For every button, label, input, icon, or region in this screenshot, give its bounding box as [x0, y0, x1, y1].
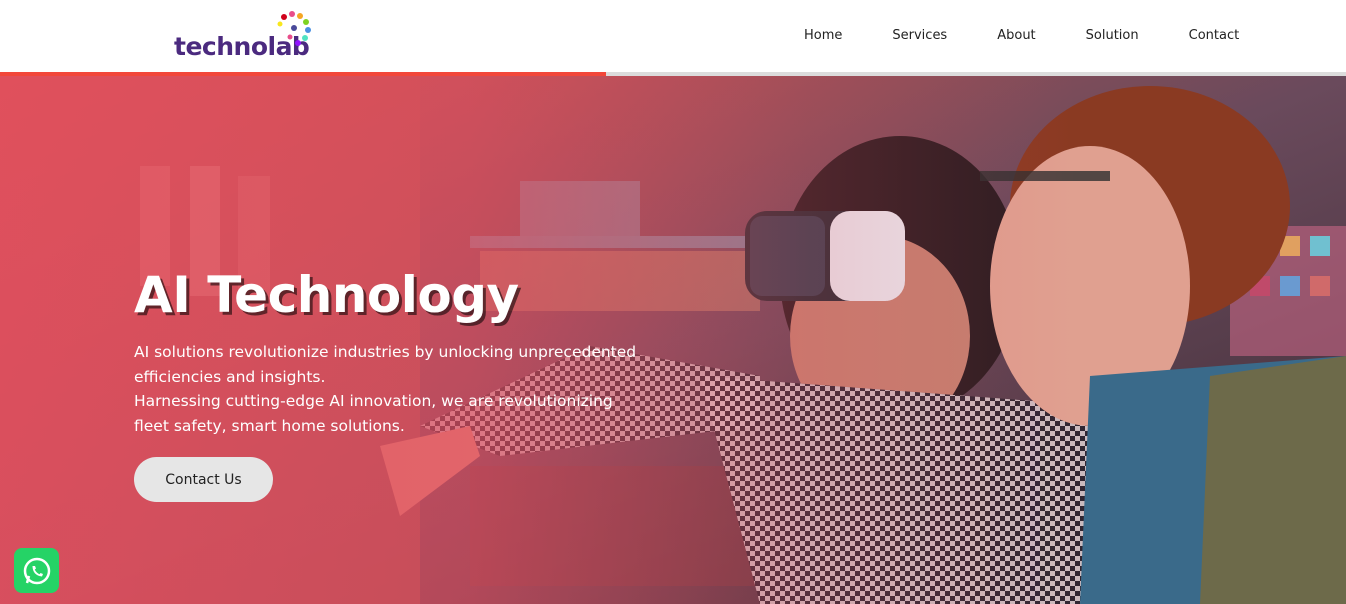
- logo-dots-icon: [277, 11, 311, 46]
- hero-description-line: efficiencies and insights.: [134, 367, 326, 386]
- main-nav: Home Services About Solution Contact: [786, 26, 1271, 45]
- hero-title: AI Technology: [134, 266, 519, 324]
- whatsapp-button[interactable]: [14, 548, 59, 593]
- nav-solution[interactable]: Solution: [1068, 26, 1139, 45]
- site-header: technolab Home Services About Solution C…: [0, 0, 1346, 72]
- hero-description-line: Harnessing cutting-edge AI innovation, w…: [134, 392, 613, 410]
- hero-description-line: fleet safety, smart home solutions.: [134, 416, 405, 435]
- nav-contact[interactable]: Contact: [1171, 26, 1240, 45]
- whatsapp-icon: [23, 557, 50, 584]
- hero-description-line: AI solutions revolutionize industries by…: [134, 343, 637, 361]
- hero-section: AI Technology AI solutions revolutionize…: [0, 76, 1346, 604]
- hero-description: AI solutions revolutionize industries by…: [134, 340, 674, 438]
- nav-home[interactable]: Home: [786, 26, 842, 45]
- nav-services[interactable]: Services: [874, 26, 947, 45]
- contact-us-button[interactable]: Contact Us: [134, 457, 273, 502]
- logo[interactable]: technolab: [174, 10, 314, 66]
- nav-about[interactable]: About: [979, 26, 1035, 45]
